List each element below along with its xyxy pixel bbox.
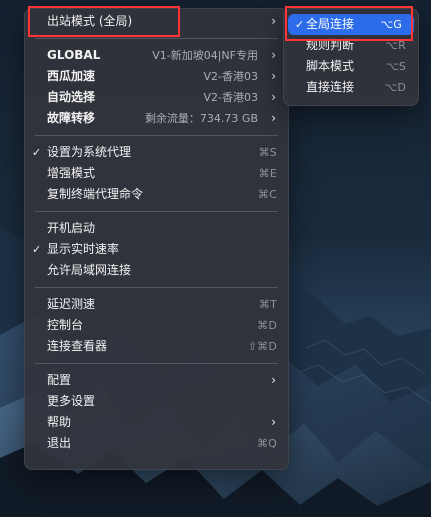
chevron-right-icon: ›: [271, 373, 276, 387]
menu-separator: [35, 211, 278, 212]
global-connection-submenu-item[interactable]: ✓ 全局连接 ⌥G: [288, 14, 414, 35]
menu-separator: [35, 287, 278, 288]
check-icon: ✓: [32, 146, 42, 159]
allow-lan-connection-label: 允许局域网连接: [47, 263, 132, 277]
chevron-right-icon: ›: [271, 90, 276, 104]
script-mode-shortcut: ⌥S: [385, 60, 406, 73]
desktop-screen: 出站模式 (全局) › GLOBAL V1-新加坡04|NF专用 › 西瓜加速 …: [0, 0, 431, 517]
menu-separator: [35, 363, 278, 364]
outbound-mode-submenu: ✓ 全局连接 ⌥G 规则判断 ⌥R 脚本模式 ⌥S 直接连接 ⌥D: [283, 8, 419, 106]
auto-select-value: V2-香港03: [203, 91, 259, 104]
set-system-proxy-shortcut: ⌘S: [258, 146, 277, 159]
script-mode-label: 脚本模式: [306, 59, 355, 73]
set-system-proxy-menu-item[interactable]: ✓ 设置为系统代理 ⌘S: [25, 142, 288, 163]
help-label: 帮助: [47, 415, 72, 429]
configuration-menu-item[interactable]: 配置 ›: [25, 370, 288, 391]
main-context-menu: 出站模式 (全局) › GLOBAL V1-新加坡04|NF专用 › 西瓜加速 …: [24, 8, 289, 470]
global-connection-label: 全局连接: [306, 17, 355, 31]
failover-menu-item[interactable]: 故障转移 剩余流量：734.73 GB ›: [25, 108, 288, 129]
more-settings-menu-item[interactable]: 更多设置: [25, 391, 288, 412]
xigua-acceleration-menu-item[interactable]: 西瓜加速 V2-香港03 ›: [25, 66, 288, 87]
global-label: GLOBAL: [47, 48, 101, 62]
chevron-right-icon: ›: [271, 69, 276, 83]
enhanced-mode-shortcut: ⌘E: [258, 167, 277, 180]
latency-test-label: 延迟测速: [47, 297, 96, 311]
latency-test-menu-item[interactable]: 延迟测速 ⌘T: [25, 294, 288, 315]
launch-at-login-menu-item[interactable]: 开机启动: [25, 218, 288, 239]
copy-terminal-command-label: 复制终端代理命令: [47, 187, 144, 201]
check-icon: ✓: [295, 18, 305, 31]
xigua-selected-value: V2-香港03: [203, 70, 259, 83]
more-settings-label: 更多设置: [47, 394, 96, 408]
configuration-label: 配置: [47, 373, 72, 387]
copy-terminal-proxy-command-menu-item[interactable]: 复制终端代理命令 ⌘C: [25, 184, 288, 205]
menu-separator: [35, 38, 278, 39]
global-selected-value: V1-新加坡04|NF专用: [152, 49, 258, 62]
direct-connection-label: 直接连接: [306, 80, 355, 94]
chevron-right-icon: ›: [271, 111, 276, 125]
show-realtime-speed-menu-item[interactable]: ✓ 显示实时速率: [25, 239, 288, 260]
launch-at-login-label: 开机启动: [47, 221, 96, 235]
connection-viewer-shortcut: ⇧⌘D: [247, 340, 277, 353]
help-menu-item[interactable]: 帮助 ›: [25, 412, 288, 433]
check-icon: ✓: [32, 243, 42, 256]
failover-label: 故障转移: [47, 111, 96, 125]
allow-lan-connection-menu-item[interactable]: 允许局域网连接: [25, 260, 288, 281]
script-mode-submenu-item[interactable]: 脚本模式 ⌥S: [284, 56, 418, 77]
menu-separator: [35, 135, 278, 136]
auto-select-menu-item[interactable]: 自动选择 V2-香港03 ›: [25, 87, 288, 108]
chevron-right-icon: ›: [271, 415, 276, 429]
connection-viewer-menu-item[interactable]: 连接查看器 ⇧⌘D: [25, 336, 288, 357]
rule-judgment-shortcut: ⌥R: [385, 39, 406, 52]
rule-judgment-submenu-item[interactable]: 规则判断 ⌥R: [284, 35, 418, 56]
global-proxy-menu-item[interactable]: GLOBAL V1-新加坡04|NF专用 ›: [25, 45, 288, 66]
auto-select-label: 自动选择: [47, 90, 96, 104]
set-system-proxy-label: 设置为系统代理: [47, 145, 132, 159]
global-connection-shortcut: ⌥G: [380, 18, 402, 31]
rule-judgment-label: 规则判断: [306, 38, 355, 52]
chevron-right-icon: ›: [271, 48, 276, 62]
enhanced-mode-menu-item[interactable]: 增强模式 ⌘E: [25, 163, 288, 184]
console-label: 控制台: [47, 318, 84, 332]
console-menu-item[interactable]: 控制台 ⌘D: [25, 315, 288, 336]
quit-menu-item[interactable]: 退出 ⌘Q: [25, 433, 288, 454]
chevron-right-icon: ›: [271, 14, 276, 28]
xigua-label: 西瓜加速: [47, 69, 96, 83]
copy-terminal-command-shortcut: ⌘C: [257, 188, 277, 201]
quit-shortcut: ⌘Q: [256, 437, 277, 450]
quit-label: 退出: [47, 436, 72, 450]
outbound-mode-label: 出站模式 (全局): [47, 14, 133, 28]
direct-connection-submenu-item[interactable]: 直接连接 ⌥D: [284, 77, 418, 98]
outbound-mode-menu-item[interactable]: 出站模式 (全局) ›: [25, 11, 288, 32]
remaining-traffic-value: 剩余流量：734.73 GB: [144, 112, 258, 125]
show-realtime-speed-label: 显示实时速率: [47, 242, 120, 256]
direct-connection-shortcut: ⌥D: [384, 81, 406, 94]
connection-viewer-label: 连接查看器: [47, 339, 108, 353]
enhanced-mode-label: 增强模式: [47, 166, 96, 180]
console-shortcut: ⌘D: [257, 319, 277, 332]
latency-test-shortcut: ⌘T: [258, 298, 277, 311]
